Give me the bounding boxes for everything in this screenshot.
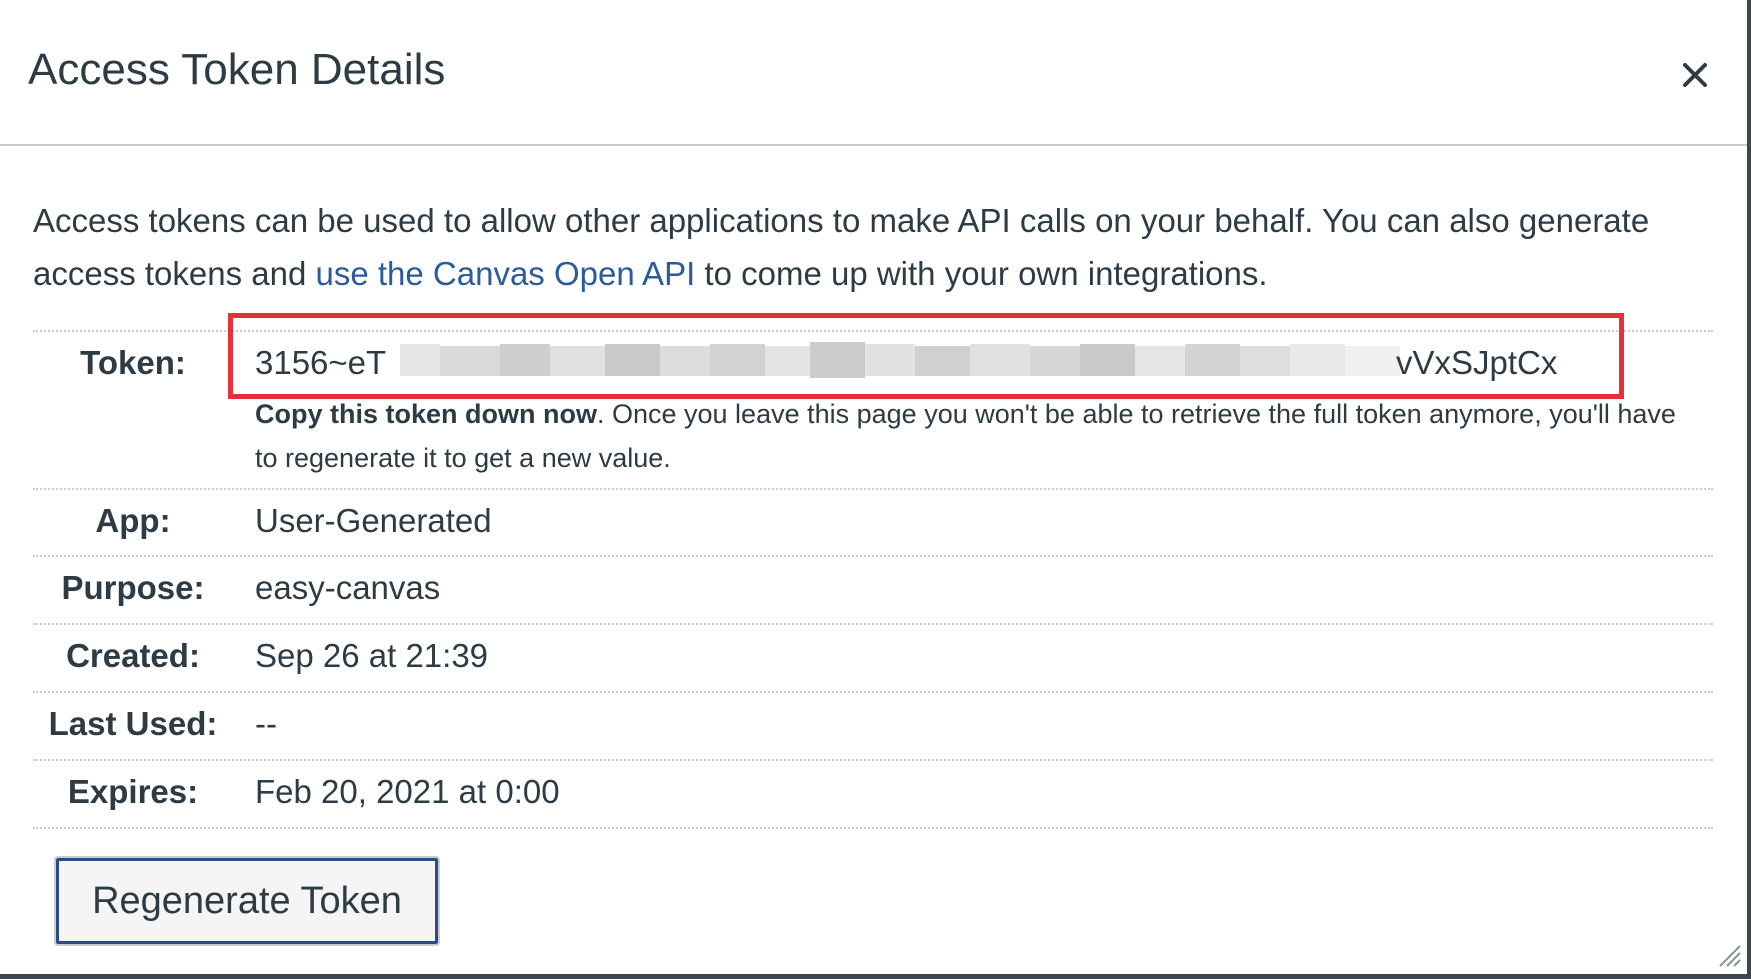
dialog-header: Access Token Details (0, 0, 1747, 146)
last-used-label: Last Used: (48, 705, 218, 742)
last-used-value: -- (255, 705, 277, 742)
token-copy-warning-emphasis: Copy this token down now (255, 399, 597, 429)
row-divider (33, 827, 1713, 829)
expires-label: Expires: (67, 773, 199, 810)
close-button[interactable] (1672, 52, 1718, 98)
token-label: Token: (80, 344, 186, 381)
window-edge-bottom (0, 974, 1751, 979)
access-token-dialog: Access Token Details Access tokens can b… (0, 0, 1751, 979)
token-copy-warning: Copy this token down now. Once you leave… (255, 392, 1695, 480)
row-divider (33, 759, 1713, 761)
token-redaction-blur (400, 342, 1400, 378)
purpose-label: Purpose: (61, 569, 205, 606)
app-value: User-Generated (255, 502, 492, 539)
row-divider (33, 691, 1713, 693)
app-label: App: (95, 502, 171, 539)
row-divider (33, 623, 1713, 625)
close-icon (1683, 63, 1707, 87)
intro-text: Access tokens can be used to allow other… (33, 194, 1723, 300)
resize-grip-icon[interactable] (1712, 938, 1742, 968)
intro-text-end: to come up with your own integrations. (695, 255, 1268, 292)
expires-value: Feb 20, 2021 at 0:00 (255, 773, 560, 810)
created-value: Sep 26 at 21:39 (255, 637, 489, 674)
created-label: Created: (66, 637, 200, 674)
purpose-value: easy-canvas (255, 569, 441, 606)
dialog-title: Access Token Details (28, 45, 446, 94)
regenerate-token-button[interactable]: Regenerate Token (54, 856, 440, 946)
row-divider (33, 488, 1713, 490)
row-divider (33, 555, 1713, 557)
token-value-suffix: vVxSJptCx (1396, 344, 1558, 381)
window-edge-right (1747, 0, 1751, 979)
token-value-prefix: 3156~eT (255, 344, 387, 381)
canvas-open-api-link[interactable]: use the Canvas Open API (316, 255, 696, 292)
